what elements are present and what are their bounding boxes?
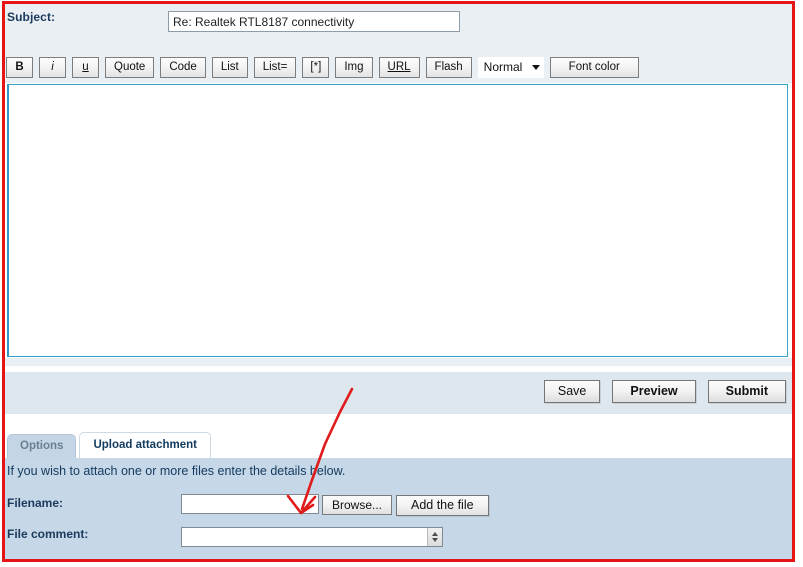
bbcode-toolbar: B i u Quote Code List List= [*] Img URL … xyxy=(6,57,645,78)
tab-options[interactable]: Options xyxy=(7,434,77,458)
bold-button[interactable]: B xyxy=(6,57,33,78)
browse-button[interactable]: Browse... xyxy=(322,495,393,515)
panel-tabs: Options Upload attachment xyxy=(7,432,214,458)
tab-upload-attachment[interactable]: Upload attachment xyxy=(79,432,211,458)
add-the-file-button[interactable]: Add the file xyxy=(396,495,489,516)
post-reply-page: Subject: B i u Quote Code List List= [*]… xyxy=(0,0,803,567)
panel-divider-white-2 xyxy=(5,414,792,431)
spinner-up-icon xyxy=(432,532,438,536)
file-comment-field xyxy=(181,527,443,547)
filename-label: Filename: xyxy=(7,496,64,510)
font-size-select-value: Normal xyxy=(483,60,523,74)
file-comment-input[interactable] xyxy=(182,528,427,546)
italic-button[interactable]: i xyxy=(39,57,66,78)
subject-label: Subject: xyxy=(7,10,56,24)
save-button[interactable]: Save xyxy=(543,380,601,403)
file-comment-spinner[interactable] xyxy=(427,528,442,546)
chevron-down-icon xyxy=(532,65,541,70)
preview-button[interactable]: Preview xyxy=(612,380,696,403)
panel-divider-top xyxy=(5,358,792,366)
ordered-list-button[interactable]: List= xyxy=(253,57,297,78)
font-color-button[interactable]: Font color xyxy=(549,57,639,78)
code-button[interactable]: Code xyxy=(160,57,206,78)
underline-button[interactable]: u xyxy=(72,57,99,78)
message-textarea[interactable] xyxy=(7,84,788,357)
filename-input[interactable] xyxy=(181,494,319,514)
quote-button[interactable]: Quote xyxy=(105,57,155,78)
flash-button[interactable]: Flash xyxy=(425,57,472,78)
list-button[interactable]: List xyxy=(211,57,248,78)
attachment-instructions: If you wish to attach one or more files … xyxy=(7,464,346,478)
list-item-button[interactable]: [*] xyxy=(302,57,330,78)
font-size-select[interactable]: Normal xyxy=(477,57,544,78)
spinner-down-icon xyxy=(432,538,438,542)
file-comment-label: File comment: xyxy=(7,527,89,541)
form-action-buttons: Save Preview Submit xyxy=(532,380,786,403)
subject-input[interactable] xyxy=(168,11,460,32)
url-button[interactable]: URL xyxy=(378,57,420,78)
image-button[interactable]: Img xyxy=(335,57,373,78)
message-editor-wrapper xyxy=(7,84,788,357)
submit-button[interactable]: Submit xyxy=(707,380,786,403)
